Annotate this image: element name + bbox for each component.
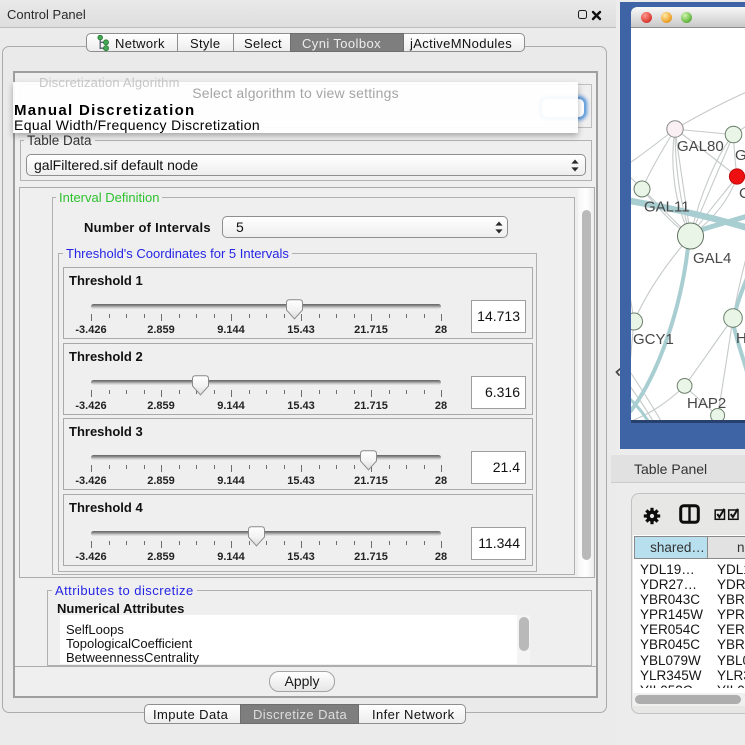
svg-text:GAL80: GAL80 (677, 138, 724, 155)
svg-text:GCY1: GCY1 (633, 331, 674, 348)
svg-text:HAP2: HAP2 (687, 395, 726, 412)
svg-text:GAL4: GAL4 (693, 250, 731, 267)
svg-text:GAL11: GAL11 (644, 199, 690, 216)
svg-text:H: H (736, 330, 745, 347)
svg-text:G: G (735, 147, 745, 164)
svg-text:C: C (739, 185, 745, 202)
